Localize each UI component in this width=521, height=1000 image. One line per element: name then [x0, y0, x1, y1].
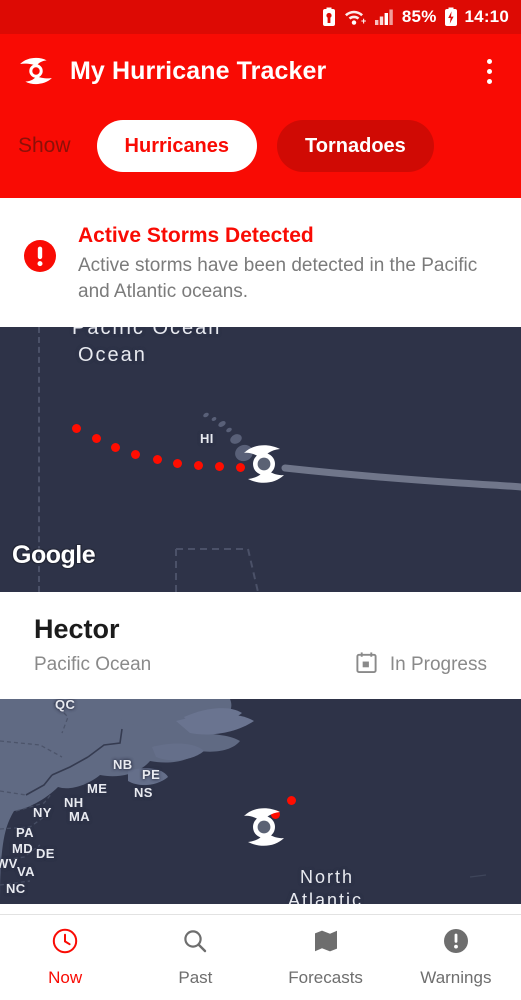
- storm-type-filter: Show Hurricanes Tornadoes: [0, 108, 521, 198]
- clock-icon: [52, 928, 78, 959]
- google-attribution: Google: [12, 541, 96, 570]
- chip-tornadoes[interactable]: Tornadoes: [277, 120, 434, 172]
- nav-label-forecasts: Forecasts: [288, 967, 363, 987]
- app-bar: My Hurricane Tracker: [0, 34, 521, 108]
- status-bar: + 85% 14:10: [0, 0, 521, 34]
- wifi-icon: +: [344, 8, 368, 26]
- hurricane-marker-icon[interactable]: [240, 803, 288, 851]
- alert-body: Active storms have been detected in the …: [78, 255, 478, 303]
- battery-saver-icon: [321, 7, 337, 27]
- storm-region: Pacific Ocean: [34, 654, 152, 676]
- filter-label: Show: [18, 134, 71, 157]
- atlantic-storm-map[interactable]: QC NB PE ME NS NH NY MA PA MD DE WV VA N…: [0, 699, 521, 905]
- warning-circle-icon: [443, 928, 469, 959]
- nav-label-warnings: Warnings: [420, 967, 492, 987]
- battery-percent-label: 85%: [401, 7, 437, 26]
- bottom-navigation: Now Past Forecasts Warnings: [0, 914, 521, 1000]
- map-landmasses-atlantic: [0, 699, 487, 905]
- pacific-storm-map[interactable]: Pacific Ocean Ocean HI Google: [0, 327, 521, 593]
- nav-item-past[interactable]: Past: [130, 928, 260, 988]
- hurricane-marker-icon[interactable]: [240, 440, 288, 488]
- nav-item-now[interactable]: Now: [0, 928, 130, 988]
- cellular-signal-icon: [374, 8, 395, 26]
- storm-info-card[interactable]: Hector Pacific Ocean In Progress: [0, 592, 521, 700]
- calendar-icon: [355, 651, 378, 679]
- map-icon: [313, 928, 339, 959]
- page-title: My Hurricane Tracker: [70, 56, 327, 85]
- svg-text:+: +: [361, 16, 366, 26]
- alert-title: Active Storms Detected: [78, 224, 314, 247]
- status-badge: In Progress: [389, 654, 487, 676]
- storm-name: Hector: [34, 614, 120, 645]
- nav-label-now: Now: [48, 967, 83, 987]
- search-icon: [182, 928, 208, 959]
- overflow-menu-icon[interactable]: [475, 58, 503, 84]
- battery-charging-icon: [444, 7, 458, 27]
- hurricane-logo-icon: [18, 56, 54, 86]
- error-exclamation-icon: [24, 240, 56, 272]
- active-storms-alert: Active Storms Detected Active storms hav…: [0, 198, 521, 328]
- chip-hurricanes[interactable]: Hurricanes: [96, 120, 258, 172]
- nav-item-forecasts[interactable]: Forecasts: [261, 928, 391, 988]
- app-screen: + 85% 14:10 My Hurricane Tracker Show Hu…: [0, 0, 521, 1000]
- nav-item-warnings[interactable]: Warnings: [391, 928, 521, 988]
- nav-label-past: Past: [178, 967, 213, 987]
- clock-label: 14:10: [464, 7, 509, 26]
